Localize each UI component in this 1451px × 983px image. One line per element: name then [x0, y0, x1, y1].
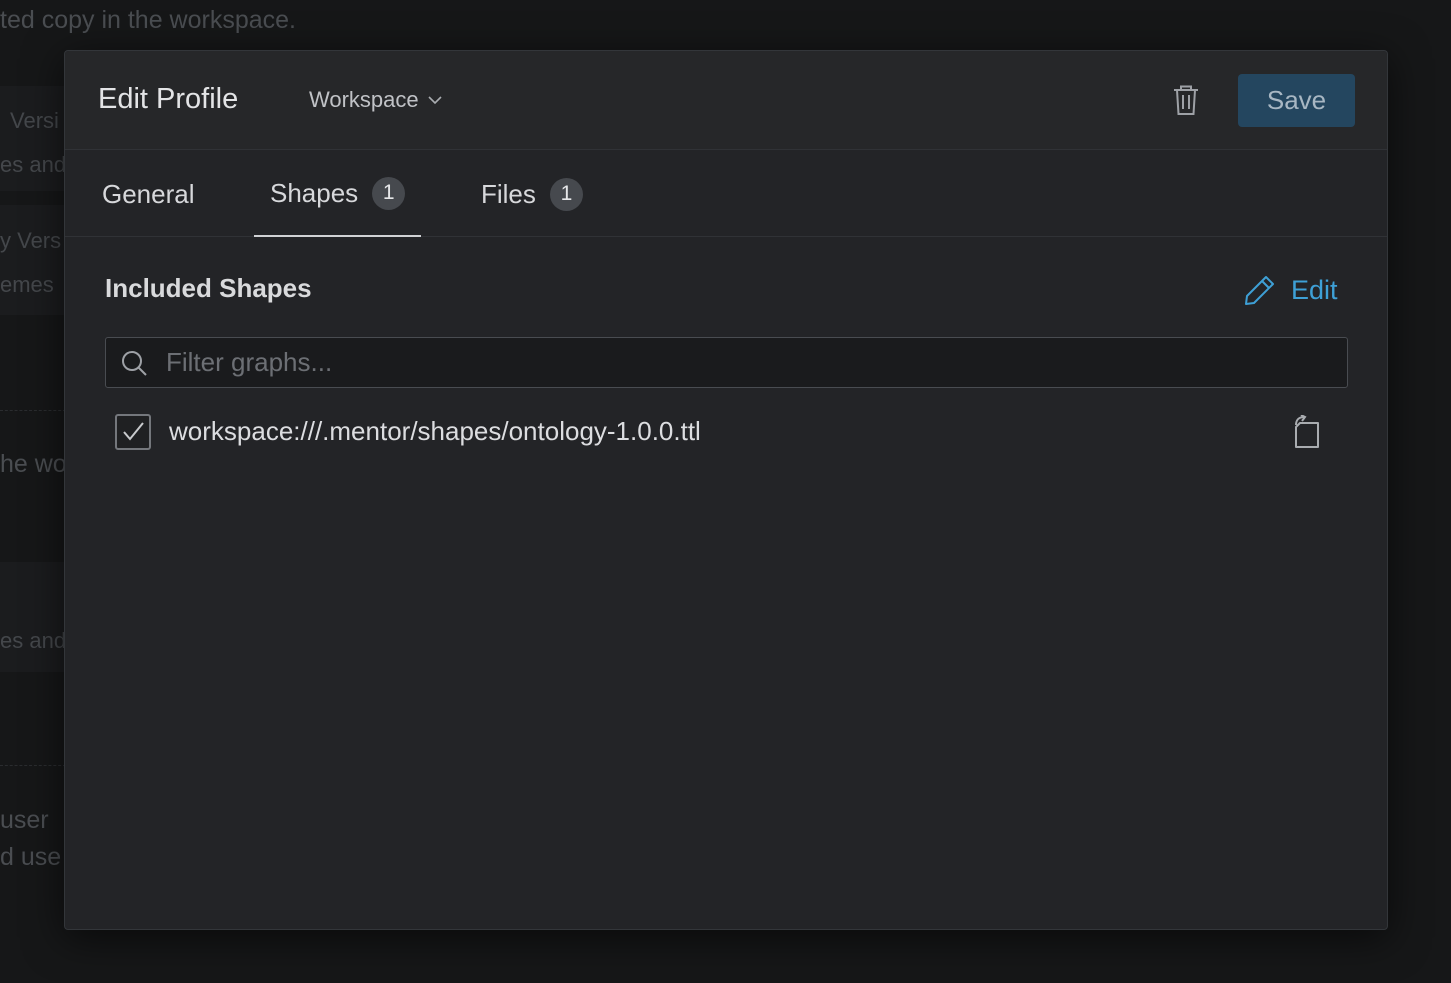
filter-graphs-input[interactable]: [166, 338, 1336, 387]
edit-label: Edit: [1291, 274, 1338, 305]
scope-dropdown-label: Workspace: [309, 87, 419, 112]
checkmark-icon: [123, 422, 144, 441]
tab-label: Shapes: [270, 177, 359, 208]
background-text: Versi: [10, 108, 59, 133]
edit-shapes-button[interactable]: Edit: [1243, 273, 1338, 307]
edit-profile-dialog: Edit Profile Workspace Save General Shap…: [64, 50, 1388, 930]
tab-label: Files: [481, 178, 536, 209]
pencil-icon: [1245, 276, 1274, 305]
tab-shapes[interactable]: Shapes 1: [254, 151, 422, 237]
count-badge: 1: [549, 177, 583, 211]
tab-bar: General Shapes 1 Files 1: [65, 151, 1387, 237]
background-text: emes: [0, 272, 54, 297]
delete-profile-button[interactable]: [1171, 83, 1201, 117]
scope-dropdown[interactable]: Workspace: [309, 87, 445, 113]
trash-icon: [1174, 85, 1198, 115]
background-text: y Vers: [0, 228, 62, 253]
dialog-title: Edit Profile: [98, 83, 239, 115]
open-file-icon: [1295, 414, 1319, 448]
search-icon: [122, 351, 147, 376]
background-text: ted copy in the workspace.: [0, 6, 296, 34]
tab-label: General: [102, 178, 195, 209]
tab-files[interactable]: Files 1: [465, 151, 599, 237]
save-button[interactable]: Save: [1238, 74, 1355, 127]
background-text: es and: [0, 152, 67, 177]
background-text: d use: [0, 843, 62, 871]
dialog-header: Edit Profile Workspace Save: [65, 51, 1387, 150]
count-badge: 1: [372, 176, 406, 210]
background-text: es and: [0, 628, 67, 653]
list-item: workspace:///.mentor/shapes/ontology-1.0…: [105, 407, 1348, 457]
filter-box: [105, 337, 1348, 388]
background-text: user: [0, 806, 49, 834]
graph-checkbox[interactable]: [115, 414, 151, 450]
background-card: [0, 562, 66, 672]
background-card: [0, 205, 66, 315]
graph-uri: workspace:///.mentor/shapes/ontology-1.0…: [169, 416, 701, 446]
background-divider: [0, 765, 66, 766]
open-graph-button[interactable]: [1291, 414, 1323, 449]
chevron-down-icon: [428, 96, 442, 105]
background-text: he wo: [0, 450, 67, 478]
tab-general[interactable]: General: [86, 151, 211, 237]
section-title: Included Shapes: [105, 273, 312, 303]
background-divider: [0, 410, 66, 411]
